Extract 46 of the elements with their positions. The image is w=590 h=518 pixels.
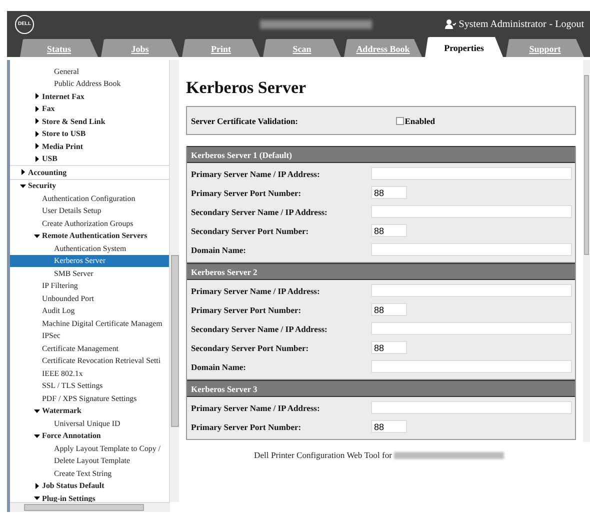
collapsed-arrow-icon[interactable]: [34, 482, 40, 489]
field-label: Secondary Server Name / IP Address:: [191, 206, 328, 216]
section-header: Kerberos Server 1 (Default): [187, 146, 575, 163]
user-icon: [444, 19, 456, 29]
input-field[interactable]: 88: [371, 341, 407, 354]
page-title: Kerberos Server: [186, 78, 308, 98]
field-label: Primary Server Name / IP Address:: [191, 402, 321, 412]
field-label: Server Certificate Validation:: [191, 116, 298, 126]
footer-text: Dell Printer Configuration Web Tool for: [254, 450, 392, 460]
nav-tab[interactable]: Properties: [425, 37, 503, 57]
collapsed-arrow-icon[interactable]: [20, 169, 26, 176]
scrollbar[interactable]: [10, 502, 170, 512]
input-field[interactable]: 88: [371, 224, 407, 237]
user-name: System Administrator: [458, 18, 546, 30]
input-field[interactable]: 88: [371, 303, 407, 316]
field-label: Primary Server Port Number:: [191, 304, 302, 314]
input-field[interactable]: [371, 243, 572, 256]
input-field[interactable]: [371, 401, 572, 414]
field-label: Domain Name:: [191, 362, 248, 372]
scrollbar[interactable]: [169, 60, 179, 502]
field-label: Primary Server Port Number:: [191, 422, 302, 432]
expanded-arrow-icon[interactable]: [34, 408, 40, 414]
expanded-arrow-icon[interactable]: [34, 432, 40, 439]
field-label: Secondary Server Port Number:: [191, 226, 310, 236]
scrollbar[interactable]: [583, 60, 590, 442]
input-field[interactable]: [371, 322, 572, 335]
field-label: Domain Name:: [191, 244, 248, 254]
section-header: Kerberos Server 2: [187, 263, 575, 280]
input-field[interactable]: [371, 284, 572, 297]
checkbox-label: Enabled: [404, 116, 435, 126]
expanded-arrow-icon[interactable]: [34, 232, 40, 239]
expanded-arrow-icon[interactable]: [20, 182, 26, 189]
input-field[interactable]: [371, 167, 572, 180]
input-field[interactable]: 88: [371, 186, 407, 199]
field-label: Secondary Server Name / IP Address:: [191, 324, 328, 334]
field-label: Primary Server Port Number:: [191, 188, 302, 198]
expanded-arrow-icon[interactable]: [34, 495, 40, 502]
input-field[interactable]: [371, 360, 572, 373]
field-label: Primary Server Name / IP Address:: [191, 286, 321, 296]
input-field[interactable]: [371, 205, 572, 218]
input-field[interactable]: 88: [371, 420, 407, 433]
logout-link[interactable]: - Logout: [549, 18, 584, 30]
section-header: Kerberos Server 3: [187, 380, 575, 397]
field-label: Secondary Server Port Number:: [191, 342, 310, 352]
field-label: Primary Server Name / IP Address:: [191, 168, 321, 178]
checkbox[interactable]: [396, 116, 404, 124]
